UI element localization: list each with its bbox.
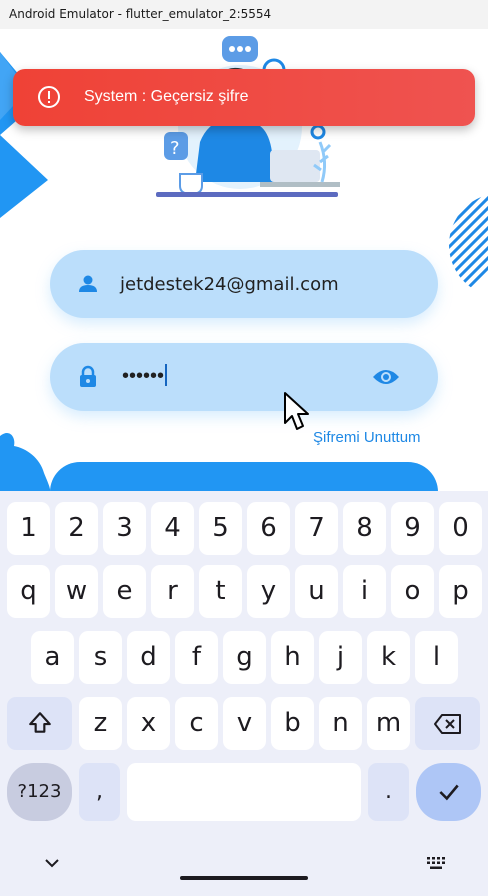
key-8[interactable]: 8	[343, 502, 386, 555]
checkmark-icon	[438, 784, 459, 801]
key-v[interactable]: v	[223, 697, 266, 750]
key-w[interactable]: w	[55, 565, 98, 618]
backspace-icon	[433, 714, 461, 734]
period-key[interactable]: .	[368, 763, 409, 821]
enter-key[interactable]	[416, 763, 481, 821]
mouse-pointer-icon	[284, 392, 309, 430]
key-b[interactable]: b	[271, 697, 314, 750]
gesture-home-bar[interactable]	[180, 876, 308, 880]
key-d[interactable]: d	[127, 631, 170, 684]
eye-icon[interactable]	[372, 365, 400, 389]
key-u[interactable]: u	[295, 565, 338, 618]
email-field[interactable]: jetdestek24@gmail.com	[50, 250, 438, 318]
key-h[interactable]: h	[271, 631, 314, 684]
key-y[interactable]: y	[247, 565, 290, 618]
snackbar-message: System : Geçersiz şifre	[84, 88, 249, 105]
key-q[interactable]: q	[7, 565, 50, 618]
key-e[interactable]: e	[103, 565, 146, 618]
person-icon	[79, 275, 97, 292]
key-4[interactable]: 4	[151, 502, 194, 555]
key-o[interactable]: o	[391, 565, 434, 618]
key-7[interactable]: 7	[295, 502, 338, 555]
key-0[interactable]: 0	[439, 502, 482, 555]
key-f[interactable]: f	[175, 631, 218, 684]
decorative-striped-circle	[449, 193, 488, 297]
app-screen: Android Emulator - flutter_emulator_2:55…	[0, 0, 488, 896]
key-k[interactable]: k	[367, 631, 410, 684]
key-3[interactable]: 3	[103, 502, 146, 555]
chevron-down-icon[interactable]	[42, 855, 62, 871]
backspace-key[interactable]	[415, 697, 480, 750]
forgot-password-link[interactable]: Şifremi Unuttum	[313, 429, 421, 446]
key-2[interactable]: 2	[55, 502, 98, 555]
decorative-zigzag	[0, 52, 48, 218]
key-l[interactable]: l	[415, 631, 458, 684]
error-outline-icon	[38, 86, 60, 108]
key-g[interactable]: g	[223, 631, 266, 684]
key-s[interactable]: s	[79, 631, 122, 684]
key-i[interactable]: i	[343, 565, 386, 618]
text-caret	[165, 364, 168, 386]
key-1[interactable]: 1	[7, 502, 50, 555]
key-t[interactable]: t	[199, 565, 242, 618]
key-c[interactable]: c	[175, 697, 218, 750]
key-z[interactable]: z	[79, 697, 122, 750]
key-m[interactable]: m	[367, 697, 410, 750]
lock-icon	[80, 365, 96, 387]
comma-key[interactable]: ,	[79, 763, 120, 821]
symbols-key[interactable]: ?123	[7, 763, 72, 821]
password-field[interactable]: ••••••	[50, 343, 438, 411]
shift-icon	[28, 712, 51, 733]
key-n[interactable]: n	[319, 697, 362, 750]
error-snackbar: System : Geçersiz şifre	[13, 69, 475, 126]
window-title: Android Emulator - flutter_emulator_2:55…	[0, 0, 488, 29]
key-6[interactable]: 6	[247, 502, 290, 555]
svg-text:?: ?	[170, 138, 180, 159]
key-9[interactable]: 9	[391, 502, 434, 555]
email-value: jetdestek24@gmail.com	[120, 274, 339, 295]
key-a[interactable]: a	[31, 631, 74, 684]
keyboard-icon[interactable]	[426, 856, 446, 870]
key-p[interactable]: p	[439, 565, 482, 618]
key-j[interactable]: j	[319, 631, 362, 684]
decorative-blob	[0, 433, 51, 498]
space-key[interactable]	[127, 763, 361, 821]
key-5[interactable]: 5	[199, 502, 242, 555]
key-r[interactable]: r	[151, 565, 194, 618]
password-value: ••••••	[122, 364, 168, 388]
key-x[interactable]: x	[127, 697, 170, 750]
shift-key[interactable]	[7, 697, 72, 750]
